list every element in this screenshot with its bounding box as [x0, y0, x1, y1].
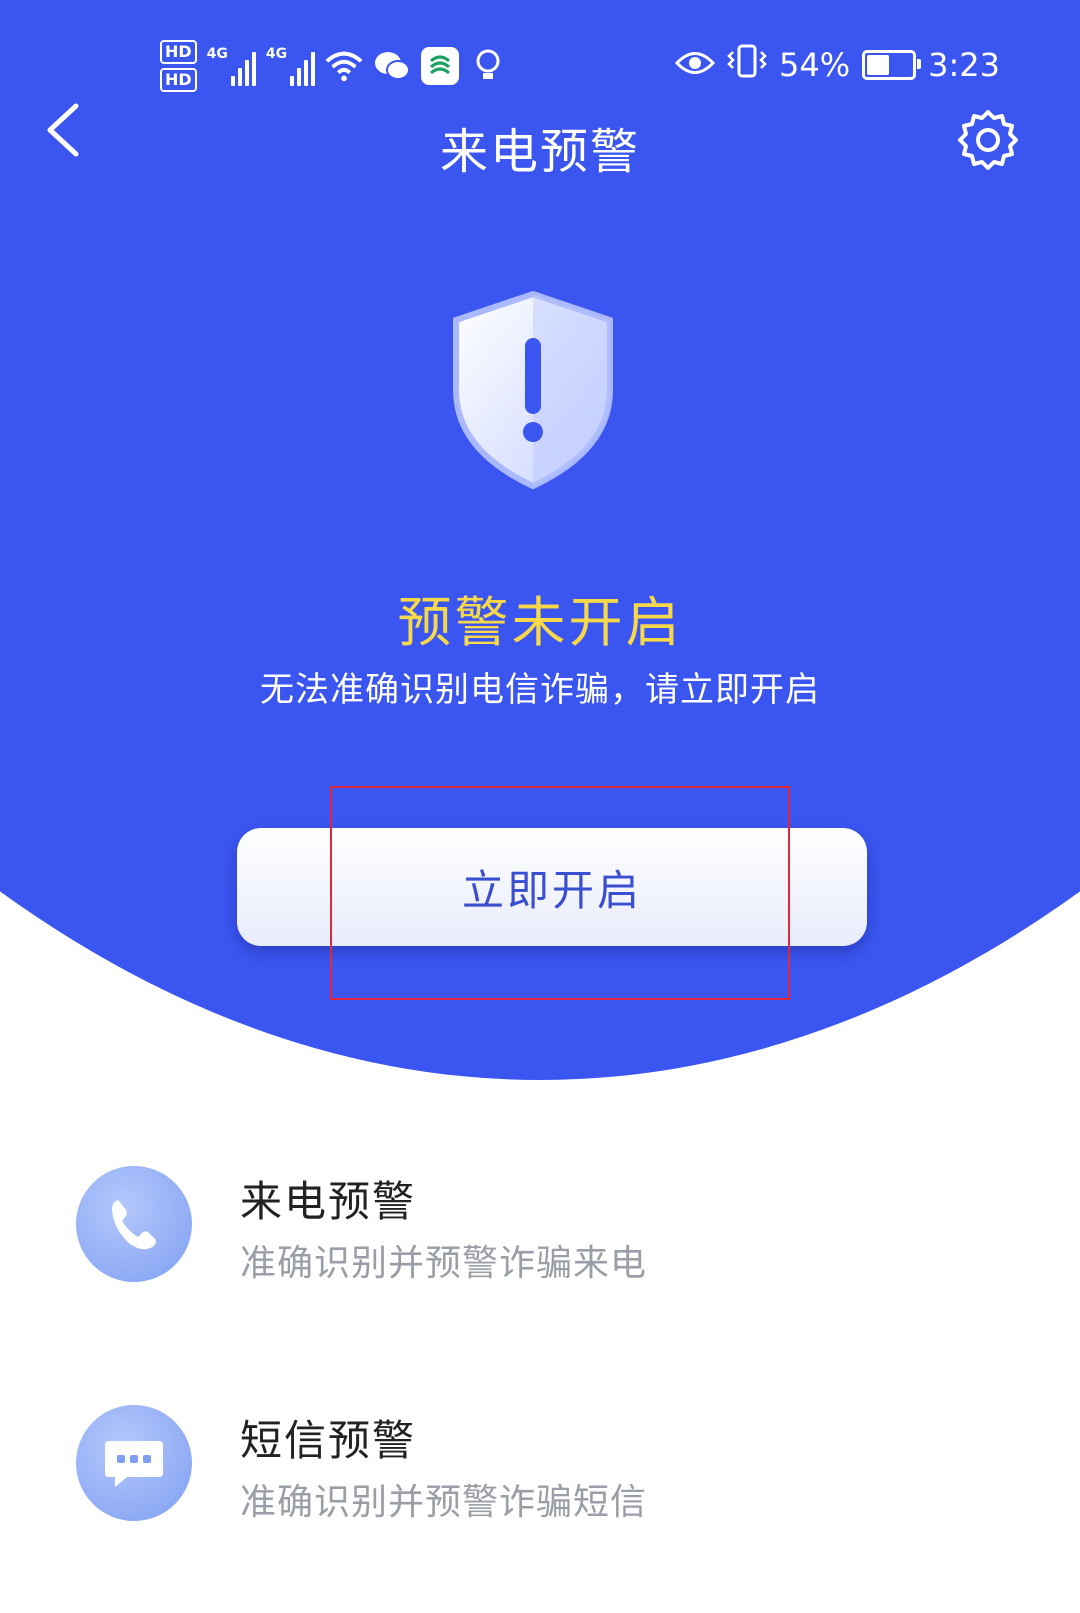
battery-level — [867, 55, 889, 75]
sim2-network-label: 4G — [265, 46, 288, 62]
status-left: HD HD 4G 4G — [160, 40, 507, 92]
signal-icon: 4G — [207, 46, 256, 86]
feature-subtitle: 准确识别并预警诈骗短信 — [240, 1482, 648, 1523]
gear-icon — [958, 110, 1018, 170]
wechat-icon — [373, 47, 411, 85]
app-icon — [421, 47, 460, 85]
shield-warning-icon — [448, 290, 618, 490]
hero-section: HD HD 4G 4G 54% 3:23 来电预警 预警未开启 无法准确识别电信… — [0, 0, 1080, 1080]
warning-status-title: 预警未开启 — [397, 591, 683, 654]
feature-item-call-warning[interactable]: 来电预警 准确识别并预警诈骗来电 — [76, 1166, 1036, 1306]
hd-indicators: HD HD — [160, 40, 197, 92]
enable-now-button[interactable]: 立即开启 — [237, 828, 867, 946]
warning-status-description: 无法准确识别电信诈骗，请立即开启 — [260, 670, 820, 710]
feature-item-sms-warning[interactable]: 短信预警 准确识别并预警诈骗短信 — [76, 1405, 1036, 1545]
eye-icon — [674, 46, 716, 84]
phone-icon — [76, 1166, 192, 1282]
settings-button[interactable] — [956, 108, 1020, 172]
sim1-network-label: 4G — [206, 46, 228, 62]
hd-badge-2: HD — [160, 68, 197, 92]
wifi-icon — [325, 47, 363, 85]
feature-title: 来电预警 — [240, 1177, 417, 1226]
feature-subtitle: 准确识别并预警诈骗来电 — [240, 1243, 648, 1284]
message-icon — [76, 1405, 192, 1521]
vibrate-icon — [727, 44, 767, 86]
battery-percent: 54% — [779, 46, 851, 84]
page-title: 来电预警 — [439, 124, 640, 180]
signal-icon: 4G — [265, 46, 316, 86]
status-bar: HD HD 4G 4G 54% 3:23 — [0, 30, 1080, 110]
battery-icon — [862, 50, 922, 80]
hd-badge-1: HD — [160, 40, 197, 64]
clock: 3:23 — [928, 46, 1000, 84]
bulb-icon — [469, 47, 507, 85]
feature-title: 短信预警 — [240, 1416, 417, 1465]
status-right: 54% 3:23 — [674, 44, 1000, 86]
